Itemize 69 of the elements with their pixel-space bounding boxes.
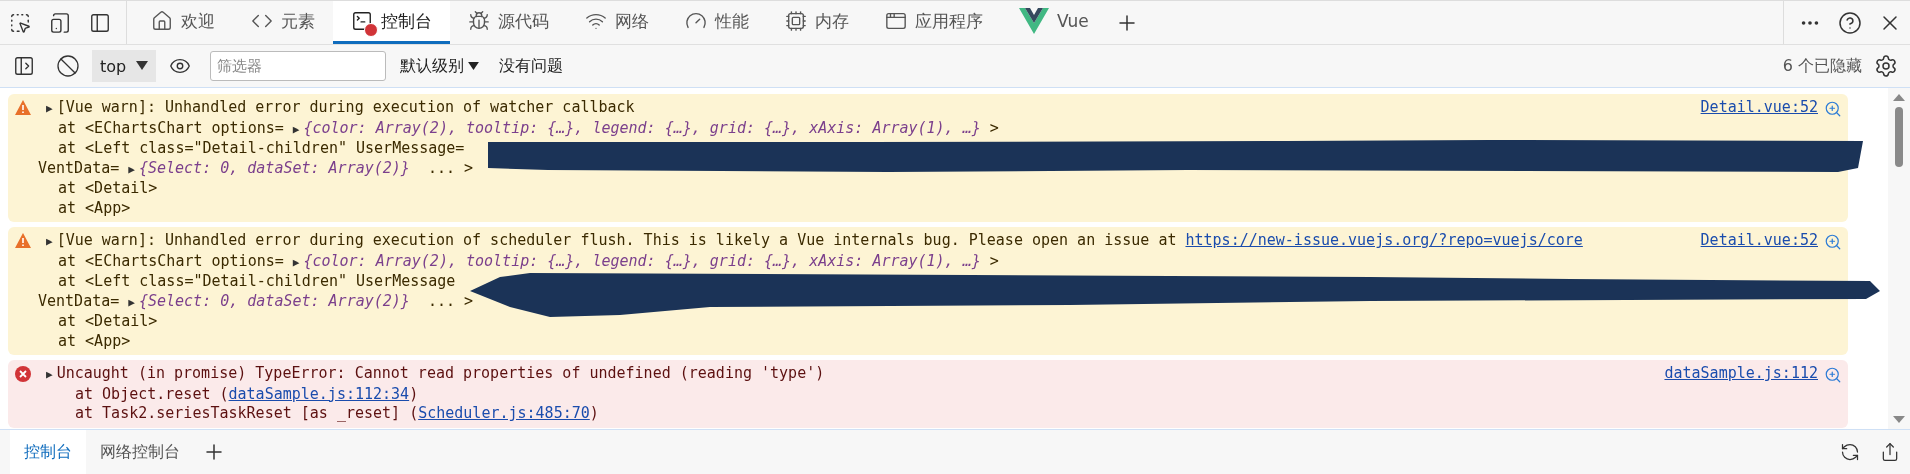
log-text: at <App> — [58, 331, 131, 350]
caret-icon — [136, 61, 149, 71]
log-text: at <Left class="Detail-children" UserMessage — [58, 272, 456, 290]
log-text: > — [988, 251, 999, 270]
log-text: at <EChartsChart options= — [58, 118, 285, 137]
expand-icon[interactable]: ▶ — [292, 255, 300, 269]
tool-tab[interactable]: 内存 — [767, 1, 867, 44]
hidden-count: 6 个已隐藏 — [1782, 55, 1862, 77]
drawer-tab[interactable]: 网络控制台 — [86, 430, 194, 474]
object-preview[interactable]: {Select: 0, dataSet: Array(2)} — [138, 158, 410, 177]
tool-tab[interactable]: 元素 — [233, 1, 333, 44]
scrollbar[interactable] — [1888, 88, 1910, 429]
tool-tab[interactable]: 性能 — [667, 1, 767, 44]
log-text: Uncaught (in promise) TypeError: Cannot read properties of undefined (reading 'type') — [56, 364, 825, 382]
log-text: ... > — [426, 158, 474, 177]
vue-logo-icon — [1019, 8, 1049, 34]
info-search-icon[interactable] — [1824, 233, 1842, 251]
log-text: at <Left class="Detail-children" UserMessage= — [58, 139, 465, 157]
log-text: [Vue warn]: Unhandled error during execution of scheduler flush. This is likely a Vue internals bug. Please open an issue at — [56, 231, 1178, 249]
log-text: at <Detail> — [58, 312, 158, 330]
log-text: at <Detail> — [58, 179, 158, 197]
tool-tab[interactable]: Vue — [1001, 1, 1107, 44]
house-icon — [151, 10, 173, 32]
tool-tab[interactable]: 应用程序 — [867, 1, 1001, 44]
log-text: ... > — [426, 291, 474, 310]
object-preview[interactable]: {Select: 0, dataSet: Array(2)} — [138, 291, 410, 310]
window-icon — [885, 10, 907, 32]
expand-icon[interactable]: ▶ — [128, 295, 135, 309]
log-text: at Object.reset ( — [75, 384, 229, 403]
level-dropdown[interactable]: 默认级别 — [390, 55, 490, 77]
caret-icon — [468, 61, 480, 71]
chip-icon — [785, 10, 807, 32]
object-preview[interactable]: {color: Array(2), tooltip: {…}, legend: {…}, grid: {…}, xAxis: Array(1), …} — [303, 251, 981, 270]
info-search-icon[interactable] — [1824, 366, 1842, 384]
log-text: VentData= — [38, 158, 121, 177]
info-search-icon[interactable] — [1824, 100, 1842, 118]
issues-text: 没有问题 — [498, 55, 565, 77]
source-link[interactable]: Detail.vue:52 — [1700, 231, 1818, 251]
tool-tab[interactable]: 源代码 — [450, 1, 567, 44]
bug-icon — [468, 10, 490, 32]
log-text: [Vue warn]: Unhandled error during execution of watcher callback — [56, 98, 635, 116]
log-text: ) — [409, 384, 419, 403]
tool-tab[interactable]: 网络 — [567, 1, 667, 44]
source-link[interactable]: dataSample.js:112:34 — [228, 384, 410, 403]
expand-icon[interactable]: ▶ — [128, 162, 135, 176]
source-link[interactable]: dataSample.js:112 — [1664, 364, 1818, 384]
expand-icon[interactable]: ▶ — [292, 122, 300, 136]
object-preview[interactable]: {color: Array(2), tooltip: {…}, legend: {…}, grid: {…}, xAxis: Array(1), …} — [303, 118, 981, 137]
error-icon — [15, 366, 31, 382]
filter-field[interactable]: 筛选器 — [210, 51, 387, 81]
tool-tab[interactable]: 欢迎 — [133, 1, 233, 44]
warning-icon — [15, 100, 31, 115]
source-link[interactable]: Scheduler.js:485:70 — [418, 404, 590, 422]
log-text: ) — [589, 404, 599, 422]
log-text: at <EChartsChart options= — [58, 251, 285, 270]
source-link[interactable]: https://new-issue.vuejs.org/?repo=vuejs/core — [1185, 231, 1583, 249]
log-text: VentData= — [38, 291, 121, 310]
log-text: > — [988, 118, 999, 137]
warning-icon — [15, 233, 31, 248]
expand-icon[interactable]: ▶ — [46, 235, 53, 248]
context-dropdown[interactable]: top — [92, 50, 157, 82]
tool-tab[interactable]: 控制台 — [333, 1, 450, 44]
log-text: at <App> — [58, 198, 131, 217]
terminal-icon — [351, 10, 373, 32]
source-link[interactable]: Detail.vue:52 — [1700, 98, 1818, 118]
drawer-tab[interactable]: 控制台 — [10, 430, 86, 474]
log-text: at Task2.seriesTaskReset [as _reset] ( — [75, 404, 419, 422]
expand-icon[interactable]: ▶ — [46, 368, 53, 381]
expand-icon[interactable]: ▶ — [46, 102, 53, 115]
